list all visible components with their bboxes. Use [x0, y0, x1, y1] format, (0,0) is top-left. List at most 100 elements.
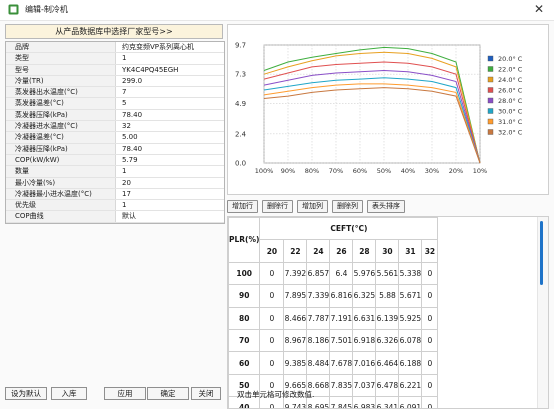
table-cell[interactable]: 0 — [259, 261, 285, 286]
property-row[interactable]: 优先级 1 — [6, 200, 224, 212]
apply-button[interactable]: 应用 — [104, 387, 146, 400]
property-row[interactable]: 型号 YK4C4PQ45EGH — [6, 64, 224, 76]
table-cell[interactable]: 7.678 — [329, 351, 354, 375]
property-value[interactable]: 78.40 — [116, 110, 224, 120]
property-row[interactable]: 蒸发器出水温度(°C) 7 — [6, 87, 224, 99]
ok-button[interactable]: 确定 — [147, 387, 189, 400]
table-cell[interactable]: 6.918 — [352, 328, 377, 353]
table-cell[interactable]: 7.895 — [283, 284, 308, 308]
property-value[interactable]: 78.40 — [116, 144, 224, 154]
property-value[interactable]: 7 — [116, 87, 224, 97]
property-row[interactable]: 冷凝器压降(kPa) 78.40 — [6, 143, 224, 155]
import-button[interactable]: 入库 — [51, 387, 87, 400]
table-cell[interactable]: 6.139 — [375, 306, 400, 330]
property-value[interactable]: 5 — [116, 98, 224, 108]
property-value[interactable]: 5.00 — [116, 132, 224, 142]
property-value[interactable]: 1 — [116, 53, 224, 63]
table-cell[interactable]: 0 — [421, 261, 439, 286]
close-button[interactable]: 关闭 — [191, 387, 221, 400]
column-header[interactable]: 31 — [398, 239, 423, 263]
table-cell[interactable]: 6.857 — [306, 261, 331, 286]
table-cell[interactable]: 5.88 — [375, 284, 400, 308]
property-value[interactable]: 20 — [116, 178, 224, 188]
table-cell[interactable]: 8.466 — [283, 306, 308, 330]
property-row[interactable]: 数量 1 — [6, 166, 224, 178]
pick-from-database-button[interactable]: 从产品数据库中选择厂家型号>> — [5, 24, 223, 39]
table-toolbar-button[interactable]: 增加列 — [297, 200, 328, 213]
property-value[interactable]: YK4C4PQ45EGH — [116, 65, 224, 75]
property-row[interactable]: 冷凝器最小进水温度(°C) 17 — [6, 188, 224, 201]
table-cell[interactable]: 0 — [259, 306, 285, 330]
table-cell[interactable]: 6.325 — [352, 284, 377, 308]
table-cell[interactable]: 7.191 — [329, 306, 354, 330]
column-header[interactable]: 26 — [329, 239, 354, 263]
table-toolbar-button[interactable]: 删除行 — [262, 200, 293, 213]
property-row[interactable]: 类型 1 — [6, 53, 224, 65]
legend-label: 22.0° C — [498, 66, 523, 74]
table-cell[interactable]: 5.338 — [398, 261, 423, 286]
table-cell[interactable]: 7.501 — [329, 328, 354, 353]
table-cell[interactable]: 6.188 — [398, 351, 423, 375]
property-key: 蒸发器温差(°C) — [6, 98, 116, 109]
property-row[interactable]: 品牌 约克变频VP系列离心机 — [6, 42, 224, 54]
table-cell[interactable]: 6.4 — [329, 261, 354, 286]
property-row[interactable]: 冷凝器进水温度(°C) 32 — [6, 121, 224, 133]
property-row[interactable]: COP曲线 默认 — [6, 211, 224, 223]
table-toolbar-button[interactable]: 增加行 — [227, 200, 258, 213]
table-cell[interactable]: 5.976 — [352, 261, 377, 286]
table-cell[interactable]: 8.967 — [283, 328, 308, 353]
property-row[interactable]: 冷凝器温差(°C) 5.00 — [6, 132, 224, 144]
property-key: 数量 — [6, 166, 116, 177]
property-row[interactable]: 最小冷量(%) 20 — [6, 177, 224, 189]
table-cell[interactable]: 0 — [421, 306, 439, 330]
table-cell[interactable]: 6.631 — [352, 306, 377, 330]
property-value[interactable]: 1 — [116, 166, 224, 176]
legend-label: 31.0° C — [498, 118, 523, 126]
table-cell[interactable]: 5.561 — [375, 261, 400, 286]
close-icon[interactable]: ✕ — [534, 2, 544, 16]
property-value[interactable]: 1 — [116, 200, 224, 210]
table-cell[interactable]: 6.078 — [398, 328, 423, 353]
property-value[interactable]: 约克变频VP系列离心机 — [116, 42, 224, 52]
table-cell[interactable]: 0 — [259, 284, 285, 308]
column-header[interactable]: 32 — [421, 239, 439, 263]
table-cell[interactable]: 7.392 — [283, 261, 308, 286]
property-value[interactable]: 默认 — [116, 211, 224, 221]
table-cell[interactable]: 7.787 — [306, 306, 331, 330]
table-cell[interactable]: 0 — [421, 328, 439, 353]
column-header[interactable]: 22 — [283, 239, 308, 263]
column-header[interactable]: 28 — [352, 239, 377, 263]
table-cell[interactable]: 0 — [259, 328, 285, 353]
property-row[interactable]: 蒸发器压降(kPa) 78.40 — [6, 109, 224, 122]
property-row[interactable]: 冷量(TR) 299.0 — [6, 75, 224, 88]
property-value[interactable]: 5.79 — [116, 155, 224, 165]
table-cell[interactable]: 8.484 — [306, 351, 331, 375]
chiller-edit-window: 编辑-制冷机 ✕ 从产品数据库中选择厂家型号>> 品牌 约克变频VP系列离心机 类型… — [0, 0, 554, 409]
column-header[interactable]: 30 — [375, 239, 400, 263]
column-header[interactable]: 24 — [306, 239, 331, 263]
table-cell[interactable]: 5.925 — [398, 306, 423, 330]
table-cell[interactable]: 6.816 — [329, 284, 354, 308]
property-value[interactable]: 32 — [116, 121, 224, 131]
table-cell[interactable]: 9.385 — [283, 351, 308, 375]
table-cell[interactable]: 8.186 — [306, 328, 331, 353]
scrollbar-thumb[interactable] — [540, 221, 543, 285]
table-cell[interactable]: 7.339 — [306, 284, 331, 308]
property-row[interactable]: 蒸发器温差(°C) 5 — [6, 98, 224, 110]
x-tick-label: 10% — [473, 167, 487, 175]
property-row[interactable]: COP(kW/kW) 5.79 — [6, 154, 224, 167]
property-value[interactable]: 299.0 — [116, 76, 224, 86]
table-cell[interactable]: 5.671 — [398, 284, 423, 308]
table-cell[interactable]: 6.464 — [375, 351, 400, 375]
table-cell[interactable]: 7.016 — [352, 351, 377, 375]
table-cell[interactable]: 0 — [421, 284, 439, 308]
set-default-button[interactable]: 设为默认 — [5, 387, 47, 400]
legend-label: 32.0° C — [498, 129, 523, 137]
property-value[interactable]: 17 — [116, 189, 224, 199]
table-cell[interactable]: 0 — [421, 351, 439, 375]
table-cell[interactable]: 6.326 — [375, 328, 400, 353]
table-cell[interactable]: 0 — [259, 351, 285, 375]
table-toolbar-button[interactable]: 删除列 — [332, 200, 363, 213]
column-header[interactable]: 20 — [259, 239, 285, 263]
table-toolbar-button[interactable]: 表头排序 — [367, 200, 405, 213]
